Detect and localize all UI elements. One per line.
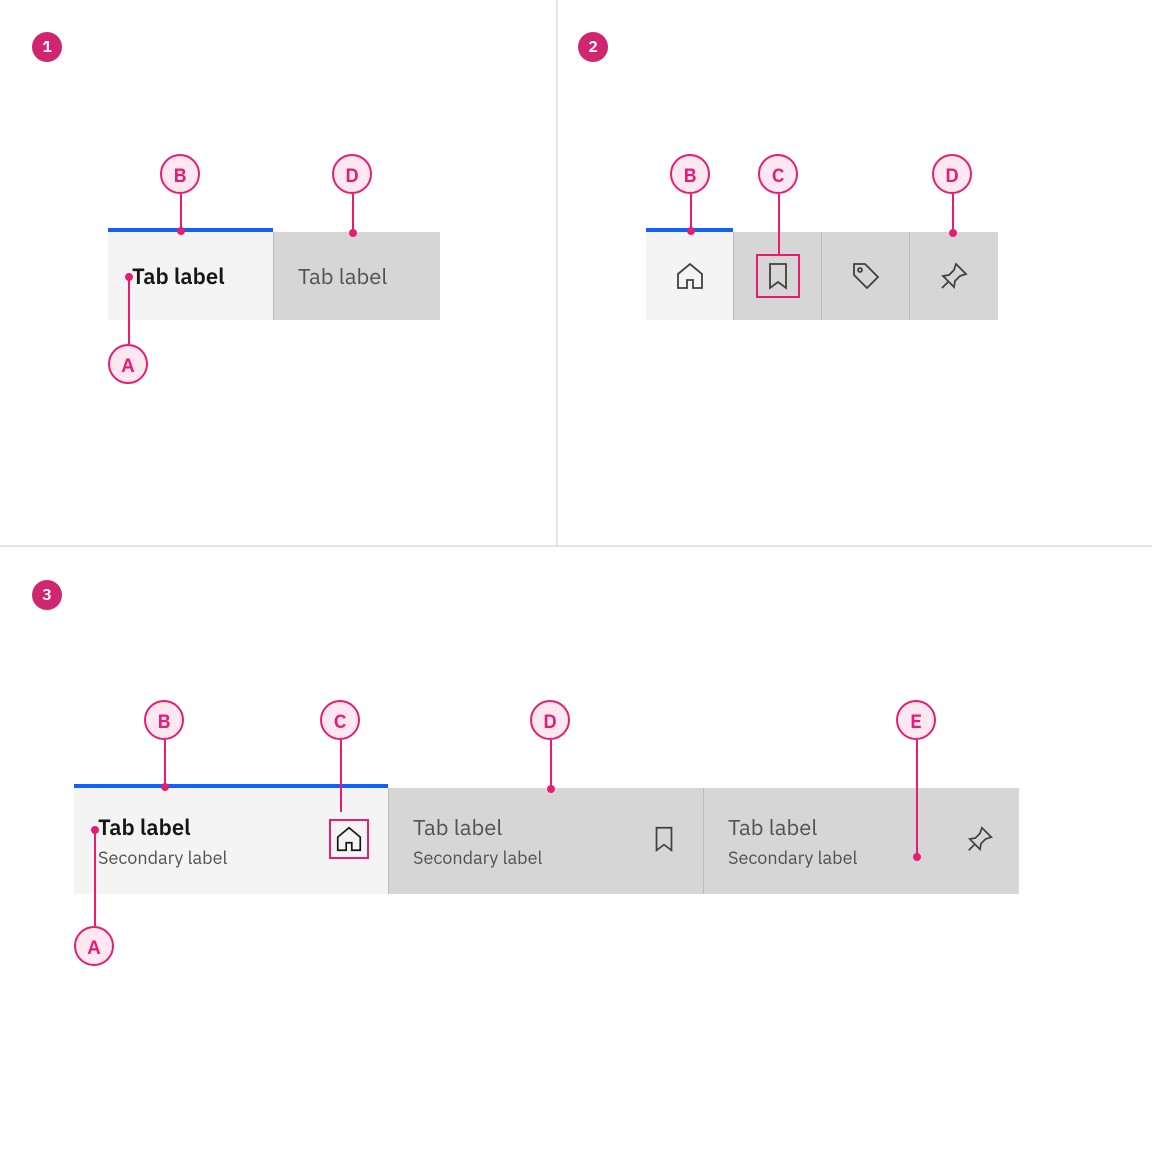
section-badge-2: 2 [578, 32, 608, 62]
tabs-large-group: Tab label Secondary label Tab label Seco… [74, 788, 1019, 894]
tab-icon-tag[interactable] [822, 232, 910, 320]
annotation-b: B [144, 700, 184, 740]
tab-icon-pin[interactable] [910, 232, 998, 320]
annotation-b: B [160, 154, 200, 194]
bookmark-icon [762, 260, 794, 292]
annotation-e: E [896, 700, 936, 740]
tab-large-2[interactable]: Tab label Secondary label [389, 788, 704, 894]
tab-secondary-label: Secondary label [728, 846, 857, 869]
annotation-d: D [932, 154, 972, 194]
tab-text-unselected[interactable]: Tab label [274, 232, 440, 320]
tab-primary-label: Tab label [728, 813, 857, 842]
home-icon [674, 260, 706, 292]
annotation-c: C [758, 154, 798, 194]
home-icon [334, 824, 364, 859]
tag-icon [850, 260, 882, 292]
tab-label: Tab label [132, 262, 225, 291]
tab-icon-home[interactable] [646, 232, 734, 320]
annotation-c: C [320, 700, 360, 740]
tabs-text-group: Tab label Tab label [108, 232, 440, 320]
pin-icon [965, 824, 995, 859]
section-badge-1: 1 [32, 32, 62, 62]
tab-large-3[interactable]: Tab label Secondary label [704, 788, 1019, 894]
section-badge-3: 3 [32, 580, 62, 610]
tab-secondary-label: Secondary label [413, 846, 542, 869]
pin-icon [938, 260, 970, 292]
annotation-d: D [332, 154, 372, 194]
annotation-a: A [74, 926, 114, 966]
tab-secondary-label: Secondary label [98, 846, 227, 869]
tab-primary-label: Tab label [413, 813, 542, 842]
annotation-d: D [530, 700, 570, 740]
tab-label: Tab label [298, 262, 387, 291]
tabs-icon-group [646, 232, 998, 320]
tab-primary-label: Tab label [98, 813, 227, 842]
annotation-b: B [670, 154, 710, 194]
bookmark-icon [649, 824, 679, 859]
annotation-a: A [108, 344, 148, 384]
